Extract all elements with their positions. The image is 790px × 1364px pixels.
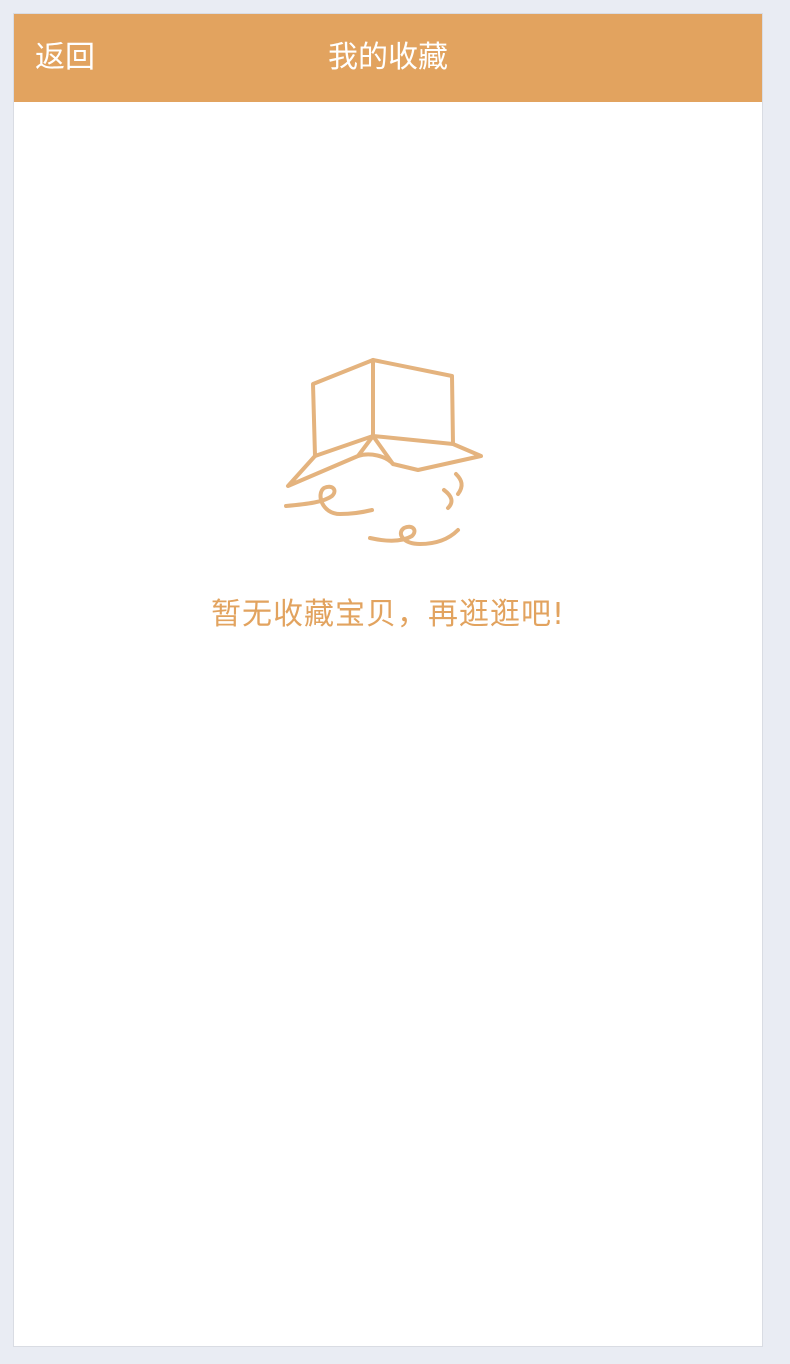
top-navbar: 返回 我的收藏 — [14, 14, 762, 102]
page-title: 我的收藏 — [328, 40, 448, 75]
app-screen: 返回 我的收藏 暂无收藏宝贝，再逛逛吧! — [13, 13, 763, 1347]
empty-state: 暂无收藏宝贝，再逛逛吧! — [14, 344, 762, 633]
empty-message: 暂无收藏宝贝，再逛逛吧! — [210, 597, 566, 632]
empty-box-icon — [284, 358, 483, 546]
